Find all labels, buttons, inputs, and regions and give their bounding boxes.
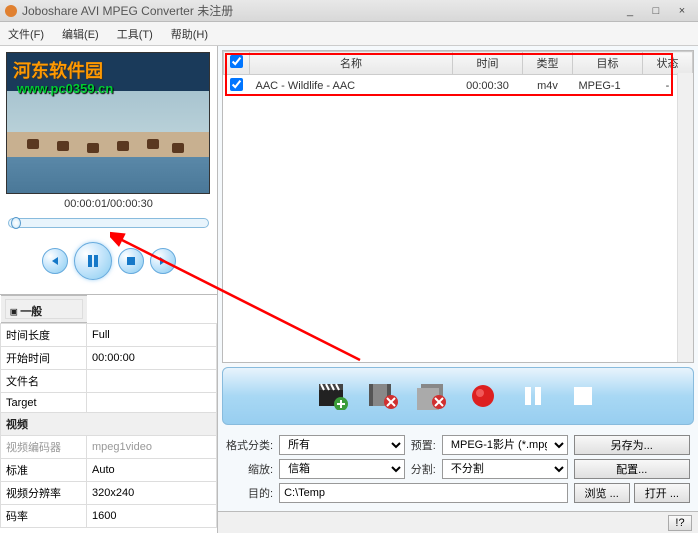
timecode-display: 00:00:01/00:00:30: [0, 194, 217, 214]
prop-vcodec-label: 视频编码器: [1, 436, 87, 459]
prop-duration-value[interactable]: Full: [87, 324, 217, 347]
film-remove-icon: [367, 382, 399, 410]
record-icon: [470, 383, 496, 409]
prop-standard-value[interactable]: Auto: [87, 459, 217, 482]
window-title: Joboshare AVI MPEG Converter 未注册: [22, 2, 618, 19]
preset-select[interactable]: MPEG-1影片 (*.mpg): [442, 435, 568, 455]
menu-help[interactable]: 帮助(H): [171, 26, 208, 42]
col-name[interactable]: 名称: [250, 52, 453, 75]
col-target[interactable]: 目标: [573, 52, 643, 75]
watermark-site-name: 河东软件园: [13, 57, 103, 83]
next-button[interactable]: [150, 248, 176, 274]
prop-target-label: Target: [1, 393, 87, 413]
dest-label: 目的:: [226, 485, 273, 501]
preset-label: 预置:: [411, 437, 436, 453]
col-status[interactable]: 状态: [643, 52, 693, 75]
prev-icon: [49, 255, 61, 267]
section-video: 视频: [1, 413, 217, 436]
prop-start-label: 开始时间: [1, 347, 87, 370]
app-icon: [4, 4, 18, 18]
open-button[interactable]: 打开 ...: [634, 483, 690, 503]
prop-standard-label: 标准: [1, 459, 87, 482]
table-row[interactable]: AAC - Wildlife - AAC 00:00:30 m4v MPEG-1…: [224, 75, 693, 98]
seek-slider[interactable]: [8, 218, 209, 228]
row-checkbox[interactable]: [230, 78, 243, 91]
maximize-button[interactable]: □: [644, 3, 668, 19]
format-label: 格式分类:: [226, 437, 273, 453]
clapper-add-icon: [317, 382, 349, 410]
remove-file-button[interactable]: [366, 379, 400, 413]
col-type[interactable]: 类型: [523, 52, 573, 75]
prop-res-value[interactable]: 320x240: [87, 482, 217, 505]
prop-bitrate-value[interactable]: 1600: [87, 505, 217, 528]
browse-button[interactable]: 浏览 ...: [574, 483, 630, 503]
record-button[interactable]: [466, 379, 500, 413]
next-icon: [157, 255, 169, 267]
prop-res-label: 视频分辨率: [1, 482, 87, 505]
watermark-url: www.pc0359.cn: [17, 81, 113, 96]
minimize-button[interactable]: _: [618, 3, 642, 19]
pause-icon: [85, 253, 101, 269]
stop-button[interactable]: [118, 248, 144, 274]
split-select[interactable]: 不分割: [442, 459, 568, 479]
close-button[interactable]: ×: [670, 3, 694, 19]
prop-vcodec-value: mpeg1video: [87, 436, 217, 459]
stop-icon: [126, 256, 136, 266]
prop-target-value[interactable]: [87, 393, 217, 413]
saveas-button[interactable]: 另存为...: [574, 435, 690, 455]
film-clear-icon: [417, 382, 449, 410]
format-select[interactable]: 所有: [279, 435, 405, 455]
prop-duration-label: 时间长度: [1, 324, 87, 347]
section-general: 一般: [20, 306, 42, 318]
config-button[interactable]: 配置...: [574, 459, 690, 479]
scrollbar[interactable]: [677, 73, 693, 362]
zoom-label: 缩放:: [226, 461, 273, 477]
split-label: 分割:: [411, 461, 436, 477]
menu-tools[interactable]: 工具(T): [117, 26, 153, 42]
add-file-button[interactable]: [316, 379, 350, 413]
prop-start-value[interactable]: 00:00:00: [87, 347, 217, 370]
pause-encode-button[interactable]: [516, 379, 550, 413]
dest-input[interactable]: [279, 483, 567, 503]
clear-button[interactable]: [416, 379, 450, 413]
zoom-select[interactable]: 信箱: [279, 459, 405, 479]
cell-name: AAC - Wildlife - AAC: [250, 75, 453, 98]
help-button[interactable]: !?: [668, 515, 692, 531]
select-all-checkbox[interactable]: [230, 55, 243, 68]
prop-bitrate-label: 码率: [1, 505, 87, 528]
menu-file[interactable]: 文件(F): [8, 26, 44, 42]
stop-encode-button[interactable]: [566, 379, 600, 413]
cell-time: 00:00:30: [453, 75, 523, 98]
menu-edit[interactable]: 编辑(E): [62, 26, 99, 42]
stop-encode-icon: [573, 386, 593, 406]
prop-filename-value[interactable]: [87, 370, 217, 393]
cell-type: m4v: [523, 75, 573, 98]
prev-button[interactable]: [42, 248, 68, 274]
pause-button[interactable]: [74, 242, 112, 280]
video-preview: 河东软件园 www.pc0359.cn: [6, 52, 210, 194]
prop-filename-label: 文件名: [1, 370, 87, 393]
col-time[interactable]: 时间: [453, 52, 523, 75]
pause-encode-icon: [522, 385, 544, 407]
cell-target: MPEG-1: [573, 75, 643, 98]
file-list[interactable]: 名称 时间 类型 目标 状态 AAC - Wildlife - AAC 00:0…: [222, 50, 694, 363]
